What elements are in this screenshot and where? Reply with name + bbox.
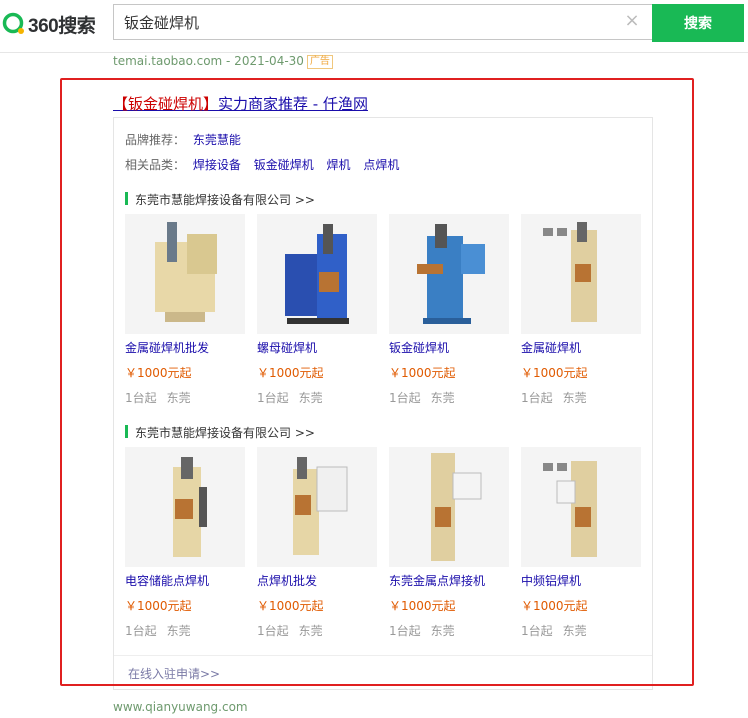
- search-input[interactable]: [124, 5, 614, 39]
- 360-logo-icon: [2, 12, 26, 36]
- footer-url[interactable]: www.qianyuwang.com: [113, 700, 248, 714]
- search-box: ×: [113, 4, 652, 40]
- source-url: temai.taobao.com - 2021-04-30: [113, 54, 304, 68]
- ad-badge: 广告: [306, 55, 333, 69]
- clear-icon[interactable]: ×: [624, 12, 640, 30]
- highlight-frame: [60, 78, 694, 686]
- search-header: 360搜索 × 搜索: [0, 0, 748, 53]
- logo-text: 360搜索: [28, 15, 96, 37]
- search-button[interactable]: 搜索: [652, 4, 744, 42]
- source-line: temai.taobao.com - 2021-04-30 广告: [113, 54, 333, 69]
- logo[interactable]: 360搜索: [2, 9, 96, 39]
